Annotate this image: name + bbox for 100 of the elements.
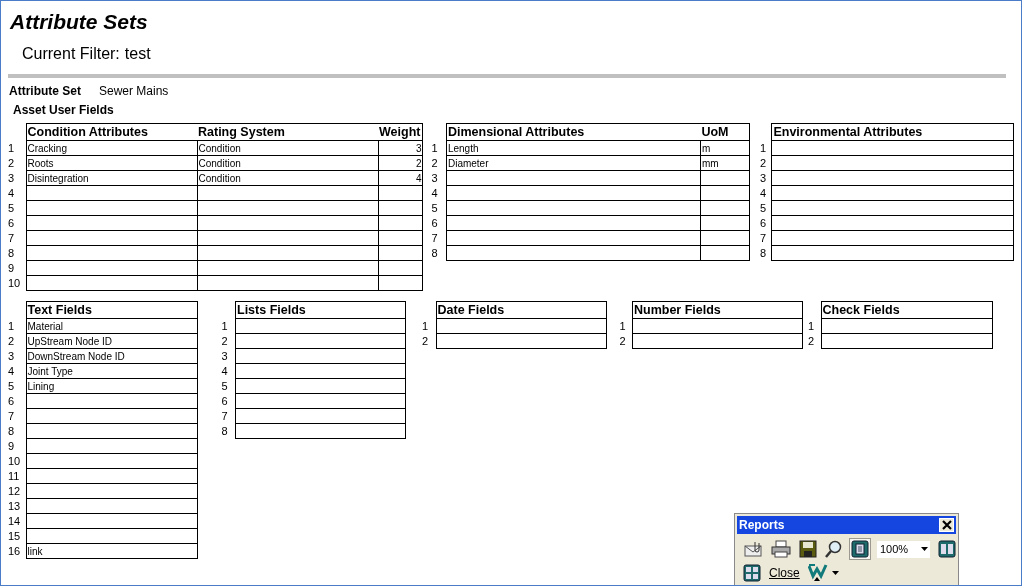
row-number: 7 — [8, 410, 15, 422]
report-title: Attribute Sets — [10, 10, 149, 34]
row-number: 8 — [221, 425, 228, 437]
row-number: 5 — [8, 380, 15, 392]
table-cell: mm — [700, 155, 750, 171]
row-number: 6 — [8, 217, 15, 229]
multi-page-button[interactable] — [741, 562, 763, 584]
row-number: 6 — [221, 395, 228, 407]
row-number: 1 — [221, 320, 228, 332]
table-cell — [700, 230, 750, 246]
column-header: Check Fields — [821, 301, 992, 319]
caret-icon — [831, 571, 839, 575]
close-icon — [941, 520, 952, 530]
table-cell — [378, 245, 423, 261]
printer-icon — [771, 540, 791, 558]
table-cell — [700, 170, 750, 186]
table-cell: DownStream Node ID — [26, 348, 197, 364]
column-header: Condition Attributes — [26, 123, 197, 141]
multiple-pages-icon — [743, 564, 761, 582]
attribute-set-value: Sewer Mains — [99, 84, 169, 99]
row-number: 5 — [221, 380, 228, 392]
table-cell — [378, 200, 423, 216]
row-number: 2 — [221, 335, 228, 347]
zoom-field[interactable]: 100% — [877, 540, 930, 558]
table-cell: Diameter — [446, 155, 701, 171]
row-number: 3 — [221, 350, 228, 362]
table-cell — [700, 185, 750, 201]
table-cell: Material — [26, 318, 197, 334]
row-number: 2 — [759, 157, 767, 169]
column-header: Date Fields — [436, 301, 606, 319]
table-cell — [378, 230, 423, 246]
column-header: Lists Fields — [235, 301, 406, 319]
table-cell — [700, 245, 750, 261]
table-cell: Roots — [26, 155, 197, 171]
row-number: 8 — [8, 425, 15, 437]
row-number: 4 — [8, 187, 15, 199]
row-number: 14 — [8, 515, 21, 527]
row-number: 13 — [8, 500, 21, 512]
row-number: 3 — [8, 350, 15, 362]
table-cell: Condition — [197, 140, 378, 156]
table-cell: Disintegration — [26, 170, 197, 186]
one-page-button[interactable] — [849, 538, 871, 560]
export-button[interactable] — [805, 564, 841, 582]
table-cell — [700, 200, 750, 216]
row-number: 3 — [8, 172, 15, 184]
row-number: 7 — [8, 232, 15, 244]
table-cell — [378, 215, 423, 231]
section-title: Asset User Fields — [13, 103, 115, 118]
single-page-icon — [851, 540, 869, 558]
search-icon — [825, 540, 843, 558]
table-cell: m — [700, 140, 750, 156]
row-number: 15 — [8, 530, 21, 542]
print-button[interactable] — [769, 538, 793, 560]
row-number: 1 — [8, 142, 15, 154]
row-number: 2 — [8, 157, 15, 169]
close-report-button[interactable]: Close — [767, 566, 802, 580]
close-button[interactable] — [939, 518, 954, 532]
row-number: 4 — [431, 187, 438, 199]
column-header: Weight — [378, 123, 423, 141]
row-number: 5 — [431, 202, 438, 214]
row-number: 2 — [431, 157, 438, 169]
attribute-set-label: Attribute Set — [9, 84, 81, 99]
caret-icon — [921, 547, 928, 551]
row-number: 1 — [619, 320, 626, 332]
two-pages-icon — [938, 540, 956, 558]
row-number: 2 — [808, 335, 815, 347]
row-number: 5 — [8, 202, 15, 214]
column-header: Rating System — [197, 123, 378, 141]
table-cell: link — [26, 543, 197, 559]
table-cell — [378, 260, 423, 276]
table-cell: 3 — [378, 140, 423, 156]
table-cell: Condition — [197, 170, 378, 186]
row-number: 1 — [808, 320, 815, 332]
table-cell: 4 — [378, 170, 423, 186]
row-number: 7 — [431, 232, 438, 244]
two-pages-button[interactable] — [936, 538, 958, 560]
export-icon — [807, 564, 828, 582]
row-number: 2 — [619, 335, 626, 347]
row-number: 10 — [8, 277, 21, 289]
table-cell: 2 — [378, 155, 423, 171]
row-number: 7 — [759, 232, 767, 244]
row-number: 8 — [431, 247, 438, 259]
envelope-icon — [743, 540, 763, 558]
table-cell: Cracking — [26, 140, 197, 156]
table-cell: Lining — [26, 378, 197, 394]
table-cell: Length — [446, 140, 701, 156]
row-number: 12 — [8, 485, 21, 497]
column-header: UoM — [700, 123, 750, 141]
row-number: 5 — [759, 202, 767, 214]
row-number: 6 — [431, 217, 438, 229]
column-header: Dimensional Attributes — [446, 123, 701, 141]
row-number: 3 — [759, 172, 767, 184]
row-number: 1 — [422, 320, 429, 332]
column-header: Text Fields — [26, 301, 197, 319]
column-header: Environmental Attributes — [771, 123, 1014, 141]
row-number: 11 — [8, 470, 20, 482]
row-number: 4 — [221, 365, 228, 377]
row-number: 8 — [8, 247, 15, 259]
save-button[interactable] — [797, 538, 819, 560]
row-number: 1 — [431, 142, 438, 154]
